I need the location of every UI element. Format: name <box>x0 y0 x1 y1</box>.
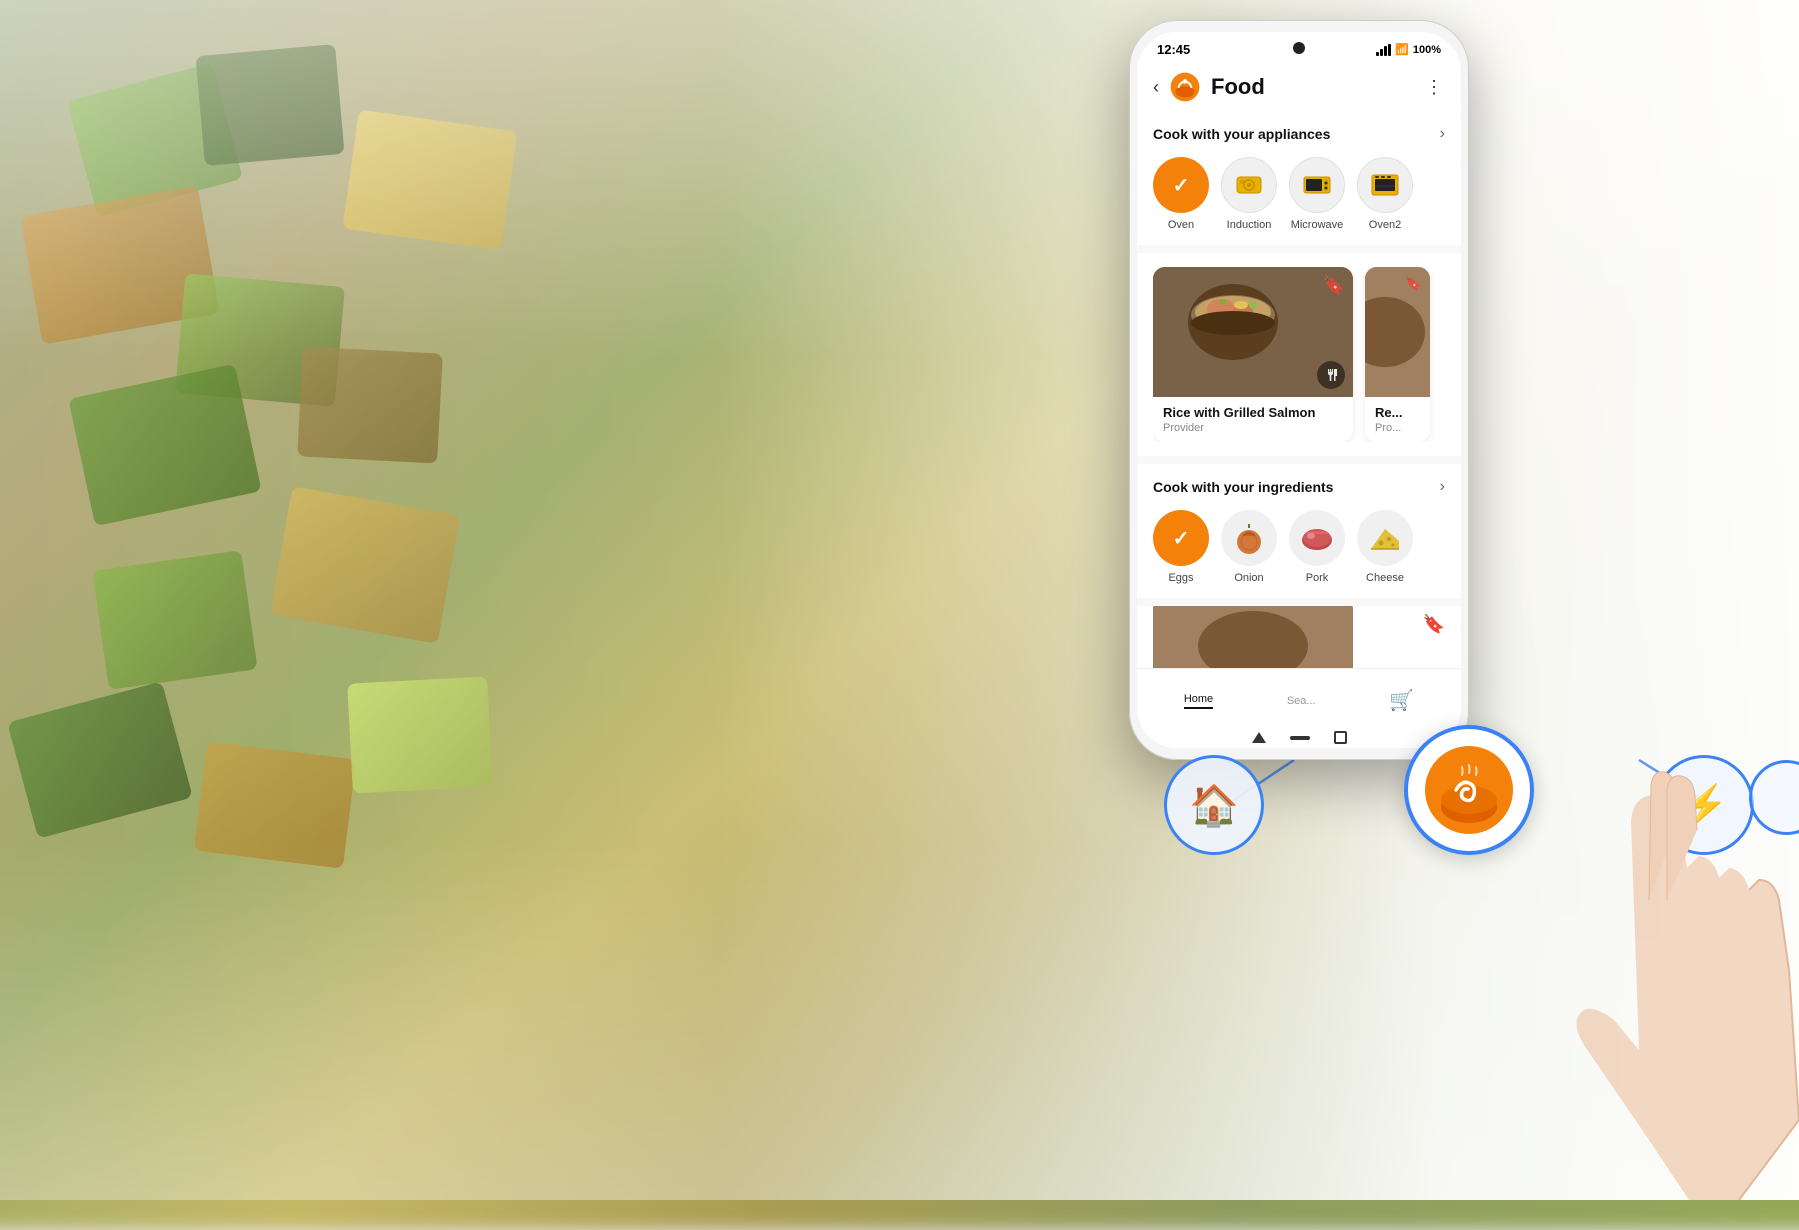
cheese-label: Cheese <box>1366 572 1404 584</box>
recipe-name-1: Rice with Grilled Salmon <box>1163 405 1343 420</box>
ingredients-header: Cook with your ingredients › <box>1153 478 1445 496</box>
pork-label: Pork <box>1306 572 1329 584</box>
recipe-scroll[interactable]: 🔖 Rice with Grilled Salmon <box>1153 267 1445 442</box>
onion-icon <box>1233 520 1265 556</box>
oven-label: Oven <box>1168 219 1194 231</box>
battery-icon: 📶 <box>1395 43 1409 56</box>
cart-icon: 🛒 <box>1389 688 1414 713</box>
microwave-label: Microwave <box>1291 219 1344 231</box>
ingredient-item-eggs[interactable]: ✓ Eggs <box>1153 510 1209 584</box>
bookmark-2[interactable]: 🔖 <box>1405 275 1422 292</box>
recipe-card-2[interactable]: 🔖 Re... Pro... <box>1365 267 1430 442</box>
back-nav[interactable] <box>1252 732 1266 743</box>
bookmark-1[interactable]: 🔖 <box>1323 275 1345 296</box>
nav-search[interactable]: Sea... <box>1287 695 1316 707</box>
appliance-item-oven[interactable]: ✓ Oven <box>1153 157 1209 231</box>
ingredient-row: ✓ Eggs <box>1153 510 1445 584</box>
home-nav[interactable] <box>1290 736 1310 740</box>
microwave-icon <box>1301 169 1333 201</box>
appliances-header: Cook with your appliances › <box>1153 125 1445 143</box>
hand-svg <box>1419 620 1799 1200</box>
appliance-row: ✓ Oven <box>1153 157 1445 231</box>
oven2-label: Oven2 <box>1369 219 1401 231</box>
appliances-title: Cook with your appliances <box>1153 126 1330 142</box>
header-left: ‹ Food <box>1153 71 1265 103</box>
eggs-label: Eggs <box>1168 572 1193 584</box>
nav-search-label: Sea... <box>1287 695 1316 707</box>
app-content[interactable]: Cook with your appliances › ✓ Oven <box>1137 111 1461 727</box>
oven-check: ✓ <box>1173 173 1190 198</box>
nav-cart[interactable]: 🛒 <box>1389 688 1414 713</box>
back-button[interactable]: ‹ <box>1153 77 1159 98</box>
appliance-item-microwave[interactable]: Microwave <box>1289 157 1345 231</box>
ingredients-title: Cook with your ingredients <box>1153 479 1333 495</box>
recipe-provider-2: Pro... <box>1375 422 1420 434</box>
recipe-info-2: Re... Pro... <box>1365 397 1430 442</box>
home-envelope-icon: 🏠 <box>1189 782 1239 829</box>
phone-device: 12:45 📶 100% ‹ <box>1129 20 1469 760</box>
ingredients-section: Cook with your ingredients › ✓ Eggs <box>1137 464 1461 598</box>
status-icons: 📶 100% <box>1376 43 1441 56</box>
onion-icon-wrap <box>1221 510 1277 566</box>
camera-notch <box>1293 42 1305 54</box>
more-button[interactable]: ⋮ <box>1425 77 1445 98</box>
pork-icon-wrap <box>1289 510 1345 566</box>
app-title: Food <box>1211 74 1265 100</box>
status-time: 12:45 <box>1157 42 1190 57</box>
pork-icon <box>1299 524 1335 552</box>
phone-scene: 12:45 📶 100% ‹ <box>1049 0 1799 1200</box>
phone-screen: 12:45 📶 100% ‹ <box>1137 32 1461 748</box>
induction-label: Induction <box>1227 219 1272 231</box>
system-nav <box>1137 731 1461 744</box>
recipe-provider-1: Provider <box>1163 422 1343 434</box>
onion-label: Onion <box>1234 572 1263 584</box>
oven2-icon-wrap <box>1357 157 1413 213</box>
recipe-name-2: Re... <box>1375 405 1420 420</box>
recipe-info-1: Rice with Grilled Salmon Provider <box>1153 397 1353 442</box>
eggs-check: ✓ <box>1173 526 1190 551</box>
hand-area <box>1419 620 1799 1200</box>
ingredients-arrow[interactable]: › <box>1440 478 1445 496</box>
app-header: ‹ Food ⋮ <box>1137 63 1461 111</box>
cheese-icon <box>1367 523 1403 553</box>
appliances-arrow[interactable]: › <box>1440 125 1445 143</box>
appliances-section: Cook with your appliances › ✓ Oven <box>1137 111 1461 245</box>
cheese-icon-wrap <box>1357 510 1413 566</box>
induction-icon-wrap <box>1221 157 1277 213</box>
microwave-icon-wrap <box>1289 157 1345 213</box>
recents-nav[interactable] <box>1334 731 1347 744</box>
app-logo-icon <box>1169 71 1201 103</box>
oven-icon-wrap: ✓ <box>1153 157 1209 213</box>
induction-icon <box>1233 169 1265 201</box>
recipe-image-1: 🔖 <box>1153 267 1353 397</box>
cook-icon-1 <box>1317 361 1345 389</box>
appliance-item-oven2[interactable]: Oven2 <box>1357 157 1413 231</box>
battery-label: 100% <box>1413 44 1441 56</box>
oven2-icon <box>1369 169 1401 201</box>
ingredient-item-cheese[interactable]: Cheese <box>1357 510 1413 584</box>
recipes-section: 🔖 Rice with Grilled Salmon <box>1137 253 1461 456</box>
nav-home[interactable]: Home <box>1184 693 1213 709</box>
signal-icon <box>1376 44 1391 56</box>
eggs-icon-wrap: ✓ <box>1153 510 1209 566</box>
left-floating-circle[interactable]: 🏠 <box>1164 755 1264 855</box>
ingredient-item-pork[interactable]: Pork <box>1289 510 1345 584</box>
appliance-item-induction[interactable]: Induction <box>1221 157 1277 231</box>
nav-home-label: Home <box>1184 693 1213 705</box>
recipe-card-1[interactable]: 🔖 Rice with Grilled Salmon <box>1153 267 1353 442</box>
bottom-nav: Home Sea... 🛒 <box>1137 668 1461 748</box>
recipe-image-2: 🔖 <box>1365 267 1430 397</box>
ingredient-item-onion[interactable]: Onion <box>1221 510 1277 584</box>
fork-knife-icon <box>1323 367 1339 383</box>
